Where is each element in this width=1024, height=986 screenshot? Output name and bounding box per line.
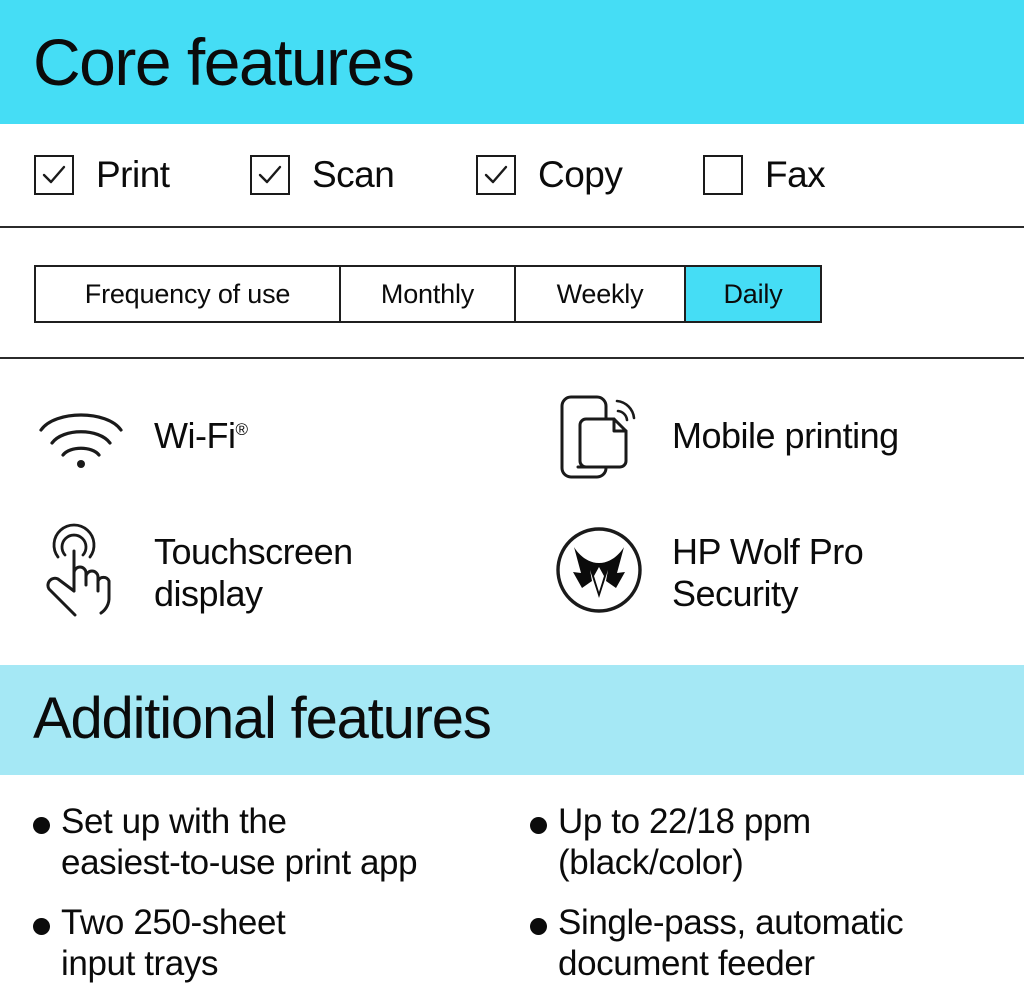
list-item: Up to 22/18 ppm (black/color)	[530, 801, 1010, 883]
bullet-dot-icon	[33, 817, 50, 834]
core-features-title: Core features	[33, 25, 415, 99]
feature-label-hp-wolf-pro-security: HP Wolf Pro Security	[672, 531, 864, 614]
additional-features-banner: Additional features	[0, 665, 1024, 775]
feature-hp-wolf-pro-security: HP Wolf Pro Security	[552, 523, 864, 617]
wifi-icon	[34, 390, 128, 484]
bullet-dot-icon	[33, 918, 50, 935]
capability-checkbox-fax[interactable]: Fax	[703, 154, 826, 195]
additional-features-title: Additional features	[33, 686, 492, 751]
bullet-dot-icon	[530, 918, 547, 935]
feature-touchscreen-display: Touchscreen display	[34, 523, 353, 617]
registered-trademark-icon: ®	[235, 420, 248, 439]
capability-checkbox-print[interactable]: Print	[34, 155, 170, 195]
mobile-printing-icon	[552, 390, 646, 484]
bullet-dot-icon	[530, 817, 547, 834]
feature-wifi: Wi-Fi®	[34, 390, 248, 484]
feature-label-touchscreen-display: Touchscreen display	[154, 531, 353, 614]
frequency-option-daily[interactable]: Daily	[686, 267, 820, 321]
capability-checkbox-copy[interactable]: Copy	[476, 154, 623, 195]
checkbox-unchecked-icon[interactable]	[703, 155, 743, 195]
frequency-option-weekly[interactable]: Weekly	[516, 267, 686, 321]
capability-label-print: Print	[96, 154, 170, 195]
list-item: Single-pass, automatic document feeder	[530, 902, 1020, 984]
frequency-of-use-control[interactable]: Frequency of use Monthly Weekly Daily	[34, 265, 822, 323]
checkbox-checked-icon[interactable]	[34, 155, 74, 195]
feature-label-wifi: Wi-Fi®	[154, 390, 248, 457]
checkbox-checked-icon[interactable]	[250, 155, 290, 195]
capability-label-fax: Fax	[765, 154, 826, 195]
frequency-option-monthly[interactable]: Monthly	[341, 267, 516, 321]
checkbox-checked-icon[interactable]	[476, 155, 516, 195]
capability-label-scan: Scan	[312, 154, 395, 195]
additional-bullet-text: Up to 22/18 ppm (black/color)	[558, 802, 811, 882]
list-item: Set up with the easiest-to-use print app	[33, 801, 513, 883]
feature-mobile-printing: Mobile printing	[552, 390, 899, 484]
feature-text-wifi: Wi-Fi	[154, 415, 236, 456]
core-features-banner: Core features	[0, 0, 1024, 124]
additional-features-list: Set up with the easiest-to-use print app…	[0, 785, 1024, 986]
section-divider-top	[0, 226, 1024, 228]
frequency-row-label: Frequency of use	[36, 267, 341, 321]
feature-label-mobile-printing: Mobile printing	[672, 415, 899, 456]
list-item: Two 250-sheet input trays	[33, 902, 513, 984]
additional-bullet-text: Single-pass, automatic document feeder	[558, 903, 904, 983]
hp-wolf-security-icon	[552, 523, 646, 617]
capability-checkbox-row: Print Scan Copy Fax	[0, 124, 1024, 226]
additional-bullet-text: Two 250-sheet input trays	[61, 903, 286, 983]
core-feature-icon-grid: Wi-Fi® Mobile printing Touchscreen displ…	[0, 357, 1024, 665]
additional-bullet-text: Set up with the easiest-to-use print app	[61, 802, 418, 882]
capability-checkbox-scan[interactable]: Scan	[250, 154, 395, 195]
capability-label-copy: Copy	[538, 154, 623, 195]
touchscreen-icon	[34, 523, 128, 617]
